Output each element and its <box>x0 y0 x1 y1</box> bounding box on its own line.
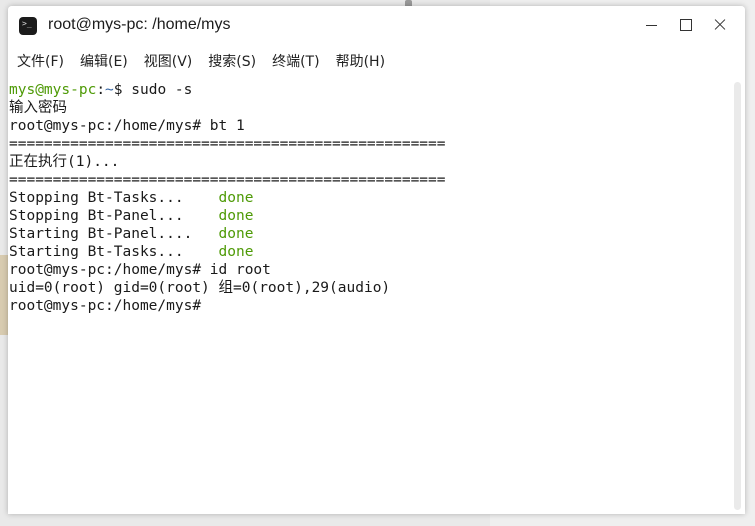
menu-bar: 文件(F) 编辑(E) 视图(V) 搜索(S) 终端(T) 帮助(H) <box>8 44 745 78</box>
terminal-line: mys@mys-pc:~$ sudo -s <box>9 81 728 99</box>
task-status: done <box>218 208 254 224</box>
task-text: Stopping Bt-Panel... <box>9 208 219 224</box>
task-status: done <box>218 244 254 260</box>
terminal-line: Starting Bt-Panel.... done <box>9 225 728 243</box>
minimize-icon[interactable] <box>640 14 664 36</box>
menu-search[interactable]: 搜索(S) <box>208 51 256 71</box>
terminal-line: ========================================… <box>9 172 446 188</box>
terminal-output[interactable]: mys@mys-pc:~$ sudo -s 输入密码 root@mys-pc:/… <box>8 78 728 514</box>
terminal-line: ========================================… <box>9 136 446 152</box>
task-status: done <box>218 190 254 206</box>
window-title: root@mys-pc: /home/mys <box>48 16 231 33</box>
menu-view[interactable]: 视图(V) <box>144 51 193 71</box>
terminal-line: uid=0(root) gid=0(root) 组=0(root),29(aud… <box>9 280 391 296</box>
prompt-separator: : <box>96 82 106 98</box>
menu-file[interactable]: 文件(F) <box>17 51 64 71</box>
terminal-line: Stopping Bt-Tasks... done <box>9 189 728 207</box>
menu-help[interactable]: 帮助(H) <box>336 51 385 71</box>
terminal-app-icon: >_ <box>19 17 37 35</box>
prompt-path: ~ <box>105 82 114 98</box>
close-icon[interactable] <box>708 14 732 36</box>
terminal-line: Stopping Bt-Panel... done <box>9 207 728 225</box>
scrollbar-thumb[interactable] <box>734 82 741 510</box>
task-text: Starting Bt-Panel.... <box>9 226 219 242</box>
terminal-window: >_ root@mys-pc: /home/mys 文件(F) 编辑(E) 视图… <box>8 6 745 514</box>
menu-terminal[interactable]: 终端(T) <box>272 51 319 71</box>
command-text: sudo -s <box>131 82 193 98</box>
terminal-line: Starting Bt-Tasks... done <box>9 243 728 261</box>
terminal-line: root@mys-pc:/home/mys# id root <box>9 262 271 278</box>
task-text: Starting Bt-Tasks... <box>9 244 219 260</box>
terminal-line: 正在执行(1)... <box>9 154 120 170</box>
terminal-line: root@mys-pc:/home/mys# bt 1 <box>9 118 245 134</box>
maximize-icon[interactable] <box>674 14 698 36</box>
terminal-line: root@mys-pc:/home/mys# <box>9 298 210 314</box>
terminal-line: 输入密码 <box>9 100 67 116</box>
menu-edit[interactable]: 编辑(E) <box>80 51 128 71</box>
task-text: Stopping Bt-Tasks... <box>9 190 219 206</box>
title-bar[interactable]: >_ root@mys-pc: /home/mys <box>8 6 745 44</box>
task-status: done <box>218 226 254 242</box>
prompt-end: $ <box>113 82 132 98</box>
prompt-user: mys@mys-pc <box>9 82 97 98</box>
background-left-edge <box>0 255 8 335</box>
vertical-scrollbar[interactable] <box>730 78 745 514</box>
